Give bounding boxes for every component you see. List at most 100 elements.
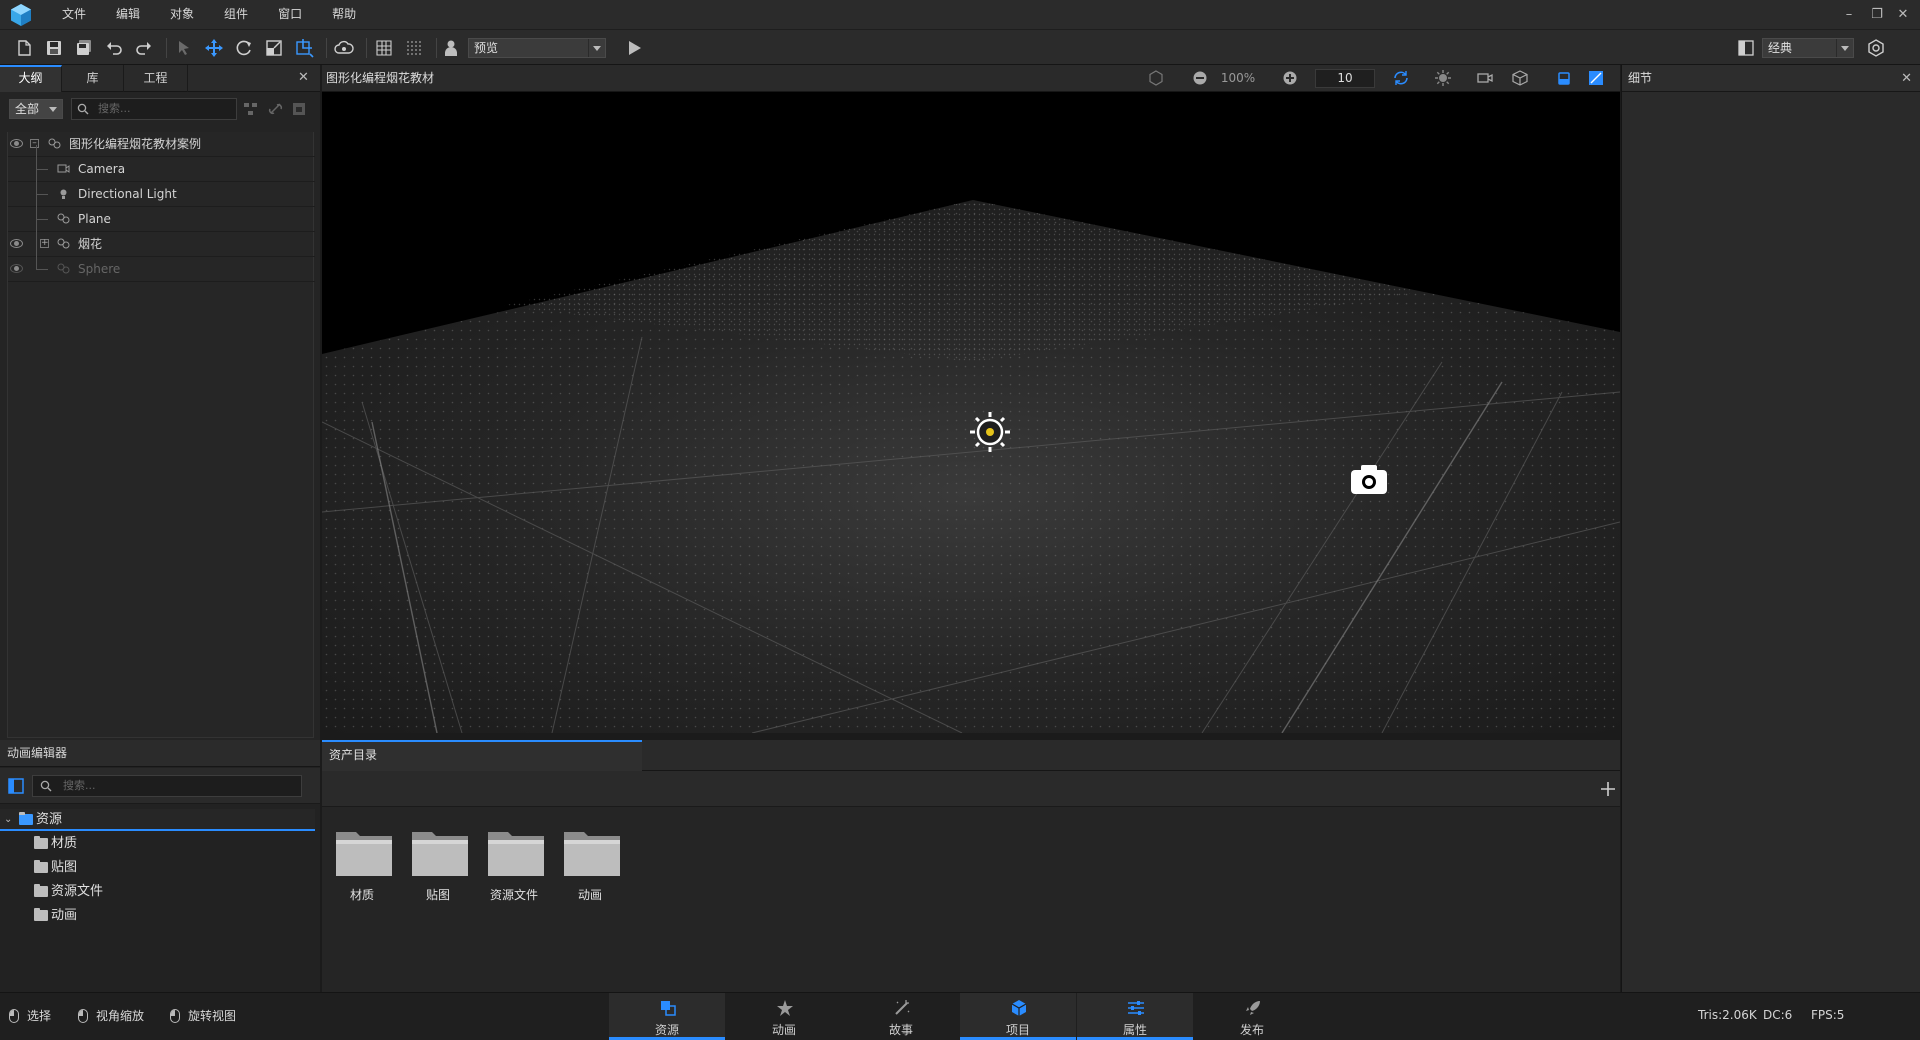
new-file-icon[interactable] bbox=[14, 38, 34, 58]
nav-tab-animation[interactable]: 动画 bbox=[726, 993, 842, 1040]
zoom-in-icon[interactable] bbox=[1282, 70, 1298, 86]
layout-icon[interactable] bbox=[1736, 38, 1756, 58]
move-tool-icon[interactable] bbox=[204, 38, 224, 58]
preview-combo[interactable]: 预览 bbox=[468, 38, 606, 58]
lock-icon[interactable] bbox=[292, 102, 306, 116]
main-toolbar: 预览 经典 bbox=[0, 29, 1920, 65]
asset-tree-item[interactable]: 资源文件 bbox=[0, 881, 315, 903]
tree-item-directional-light[interactable]: Directional Light bbox=[8, 169, 315, 207]
asset-folder[interactable]: 资源文件 bbox=[482, 826, 546, 904]
hierarchy-icon[interactable] bbox=[243, 102, 258, 116]
hint-select: 选择 bbox=[9, 1008, 51, 1024]
tab-project[interactable]: 工程 bbox=[124, 65, 188, 92]
asset-tree-item[interactable]: 材质 bbox=[0, 833, 315, 855]
stats-overlay-icon[interactable] bbox=[1588, 70, 1604, 86]
tree-item-label: Directional Light bbox=[78, 187, 177, 201]
asset-tree-item[interactable]: 动画 bbox=[0, 905, 315, 927]
folder-icon bbox=[564, 832, 620, 876]
select-tool-icon[interactable] bbox=[174, 38, 194, 58]
visibility-eye-icon[interactable] bbox=[10, 139, 23, 148]
outline-panel: 大纲 库 工程 ✕ 全部 搜索... – 图形化编程烟花教材案例 Camera bbox=[0, 65, 320, 740]
tree-item-sphere[interactable]: Sphere bbox=[8, 244, 315, 282]
tree-item-fireworks[interactable]: + 烟花 bbox=[8, 219, 315, 257]
preview-mode-icon[interactable] bbox=[441, 38, 461, 58]
tree-guide bbox=[36, 145, 37, 170]
rotate-tool-icon[interactable] bbox=[234, 38, 254, 58]
minimize-button[interactable]: – bbox=[1836, 0, 1862, 29]
layout-combo[interactable]: 经典 bbox=[1762, 38, 1854, 58]
tree-item-plane[interactable]: Plane bbox=[8, 194, 315, 232]
menu-help[interactable]: 帮助 bbox=[317, 0, 371, 29]
nav-tab-story[interactable]: 故事 bbox=[843, 993, 959, 1040]
menu-component[interactable]: 组件 bbox=[209, 0, 263, 29]
tab-outline[interactable]: 大纲 bbox=[0, 65, 62, 92]
anim-search-input[interactable]: 搜索... bbox=[32, 775, 302, 797]
tab-asset-directory[interactable]: 资产目录 bbox=[322, 740, 642, 771]
tree-item-label: 烟花 bbox=[78, 237, 103, 251]
outline-search-input[interactable]: 搜索... bbox=[71, 98, 237, 120]
close-icon[interactable]: ✕ bbox=[1901, 65, 1912, 92]
nav-tab-publish[interactable]: 发布 bbox=[1194, 993, 1310, 1040]
scale-tool-icon[interactable] bbox=[264, 38, 284, 58]
star-icon bbox=[777, 1000, 793, 1016]
tree-item-camera[interactable]: Camera bbox=[8, 145, 315, 182]
menu-window[interactable]: 窗口 bbox=[263, 0, 317, 29]
tree-item-label: Sphere bbox=[78, 262, 121, 276]
scene-canvas[interactable] bbox=[322, 92, 1620, 733]
nav-tab-properties[interactable]: 属性 bbox=[1077, 993, 1193, 1040]
zoom-out-icon[interactable] bbox=[1192, 70, 1208, 86]
asset-folder[interactable]: 动画 bbox=[558, 826, 622, 904]
play-icon[interactable] bbox=[624, 38, 644, 58]
asset-tree-root[interactable]: ⌄ 资源 bbox=[0, 809, 315, 831]
hint-select-label: 选择 bbox=[27, 1009, 52, 1023]
collapse-icon[interactable]: – bbox=[30, 139, 39, 148]
cube-icon[interactable] bbox=[1512, 70, 1528, 86]
chevron-down-icon[interactable]: ⌄ bbox=[4, 809, 12, 831]
tab-library[interactable]: 库 bbox=[62, 65, 124, 92]
search-icon bbox=[77, 103, 89, 115]
tree-item-root[interactable]: – 图形化编程烟花教材案例 bbox=[8, 132, 315, 157]
nav-tab-project[interactable]: 项目 bbox=[960, 993, 1076, 1040]
settings-hex-icon[interactable] bbox=[1866, 38, 1886, 58]
link-icon[interactable] bbox=[268, 102, 283, 116]
nav-tab-assets[interactable]: 资源 bbox=[609, 993, 725, 1040]
hidden-eye-icon[interactable] bbox=[10, 264, 23, 273]
scene-viewport[interactable] bbox=[322, 92, 1620, 733]
restore-button[interactable]: ❐ bbox=[1864, 0, 1890, 29]
asset-folder[interactable]: 材质 bbox=[330, 826, 394, 904]
expand-icon[interactable]: + bbox=[40, 239, 49, 248]
shading-icon[interactable] bbox=[1148, 70, 1164, 86]
undo-icon[interactable] bbox=[104, 38, 124, 58]
perspective-icon[interactable] bbox=[1556, 70, 1572, 86]
asset-folder[interactable]: 贴图 bbox=[406, 826, 470, 904]
panel-toggle-icon[interactable] bbox=[8, 778, 24, 794]
filter-combo[interactable]: 全部 bbox=[9, 99, 63, 119]
mesh-icon bbox=[57, 238, 70, 249]
cloud-sync-icon[interactable] bbox=[334, 38, 354, 58]
menu-file[interactable]: 文件 bbox=[47, 0, 101, 29]
menu-edit[interactable]: 编辑 bbox=[101, 0, 155, 29]
local-space-icon[interactable] bbox=[294, 38, 314, 58]
chevron-down-icon bbox=[45, 100, 62, 118]
status-bar: 选择 视角缩放 旋转视图 资源 动画 故事 项目 属性 发布 Tris:2.06… bbox=[0, 992, 1920, 1040]
save-all-icon[interactable] bbox=[74, 38, 94, 58]
redo-icon[interactable] bbox=[134, 38, 154, 58]
snap-grid-icon[interactable] bbox=[404, 38, 424, 58]
grid-icon[interactable] bbox=[374, 38, 394, 58]
outline-tabs: 大纲 库 工程 ✕ bbox=[0, 65, 320, 92]
close-icon[interactable]: ✕ bbox=[298, 70, 309, 85]
video-camera-icon[interactable] bbox=[1477, 70, 1493, 86]
chevron-down-icon bbox=[588, 39, 605, 57]
save-icon[interactable] bbox=[44, 38, 64, 58]
outline-search-placeholder: 搜索... bbox=[98, 102, 131, 115]
sliders-icon bbox=[1128, 1001, 1144, 1015]
menu-object[interactable]: 对象 bbox=[155, 0, 209, 29]
app-logo-icon[interactable] bbox=[9, 3, 33, 27]
grid-size-input[interactable]: 10 bbox=[1315, 69, 1375, 88]
asset-tree-item[interactable]: 贴图 bbox=[0, 857, 315, 879]
sun-settings-icon[interactable] bbox=[1435, 70, 1451, 86]
close-window-button[interactable]: ✕ bbox=[1890, 0, 1916, 29]
camera-sync-icon[interactable] bbox=[1393, 70, 1409, 86]
visibility-eye-icon[interactable] bbox=[10, 239, 23, 248]
add-icon[interactable] bbox=[1600, 781, 1616, 797]
